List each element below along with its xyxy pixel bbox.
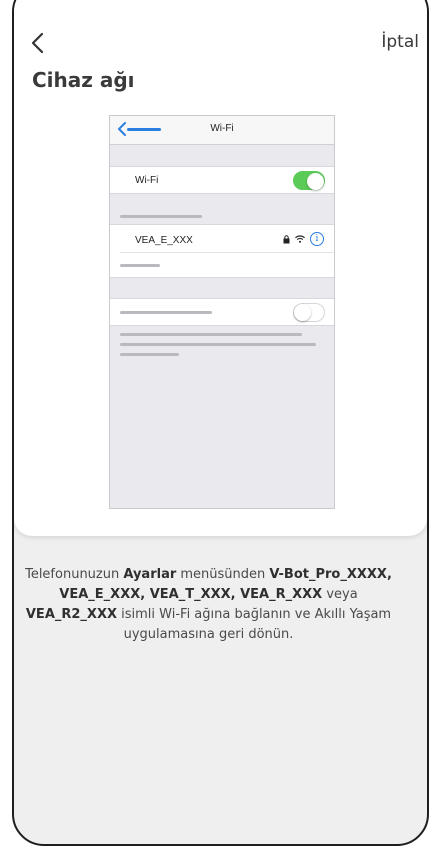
instruction-part: veya	[322, 587, 358, 602]
network-status-icons: i	[283, 232, 324, 246]
back-button[interactable]	[28, 29, 48, 57]
lock-icon	[283, 234, 290, 243]
wifi-signal-icon	[295, 235, 305, 243]
info-icon: i	[310, 232, 324, 246]
page-title: Cihaz ağı	[32, 68, 135, 92]
placeholder-bar	[120, 311, 212, 314]
illustration-option-row	[110, 298, 334, 326]
phone-frame: İptal Cihaz ağı Wi-Fi Wi-Fi VEA_E_XXX i	[12, 0, 429, 846]
toggle-knob	[307, 173, 324, 190]
instruction-part: Telefonunuzun	[25, 567, 124, 582]
instruction-bold: Ayarlar	[123, 567, 177, 582]
instruction-bold: VEA_R2_XXX	[25, 607, 118, 622]
illustration-wifi-label: Wi-Fi	[135, 175, 159, 186]
chevron-left-icon	[31, 32, 44, 54]
placeholder-bar	[120, 215, 202, 218]
instruction-part: isimli Wi-Fi ağına bağlanın ve Akıllı Ya…	[117, 607, 392, 642]
placeholder-bar	[120, 343, 316, 346]
wifi-toggle	[293, 171, 325, 190]
cancel-button[interactable]: İptal	[381, 32, 419, 52]
illustration-network-list: VEA_E_XXX i	[110, 224, 334, 278]
illustration-nav-title: Wi-Fi	[210, 123, 234, 134]
placeholder-bar	[120, 333, 302, 336]
wifi-settings-illustration: Wi-Fi Wi-Fi VEA_E_XXX i	[109, 115, 335, 509]
instruction-text: Telefonunuzun Ayarlar menüsünden V-Bot_P…	[14, 565, 403, 645]
illustration-wifi-row: Wi-Fi	[110, 166, 334, 194]
toggle-knob	[294, 304, 311, 321]
option-toggle	[293, 303, 325, 322]
illustration-nav-bar: Wi-Fi	[110, 116, 334, 145]
placeholder-bar	[120, 353, 179, 356]
instruction-part: menüsünden	[176, 567, 270, 582]
placeholder-bar	[120, 264, 160, 267]
setup-card: İptal Cihaz ağı Wi-Fi Wi-Fi VEA_E_XXX i	[14, 0, 427, 536]
illustration-network-name: VEA_E_XXX	[135, 235, 193, 246]
